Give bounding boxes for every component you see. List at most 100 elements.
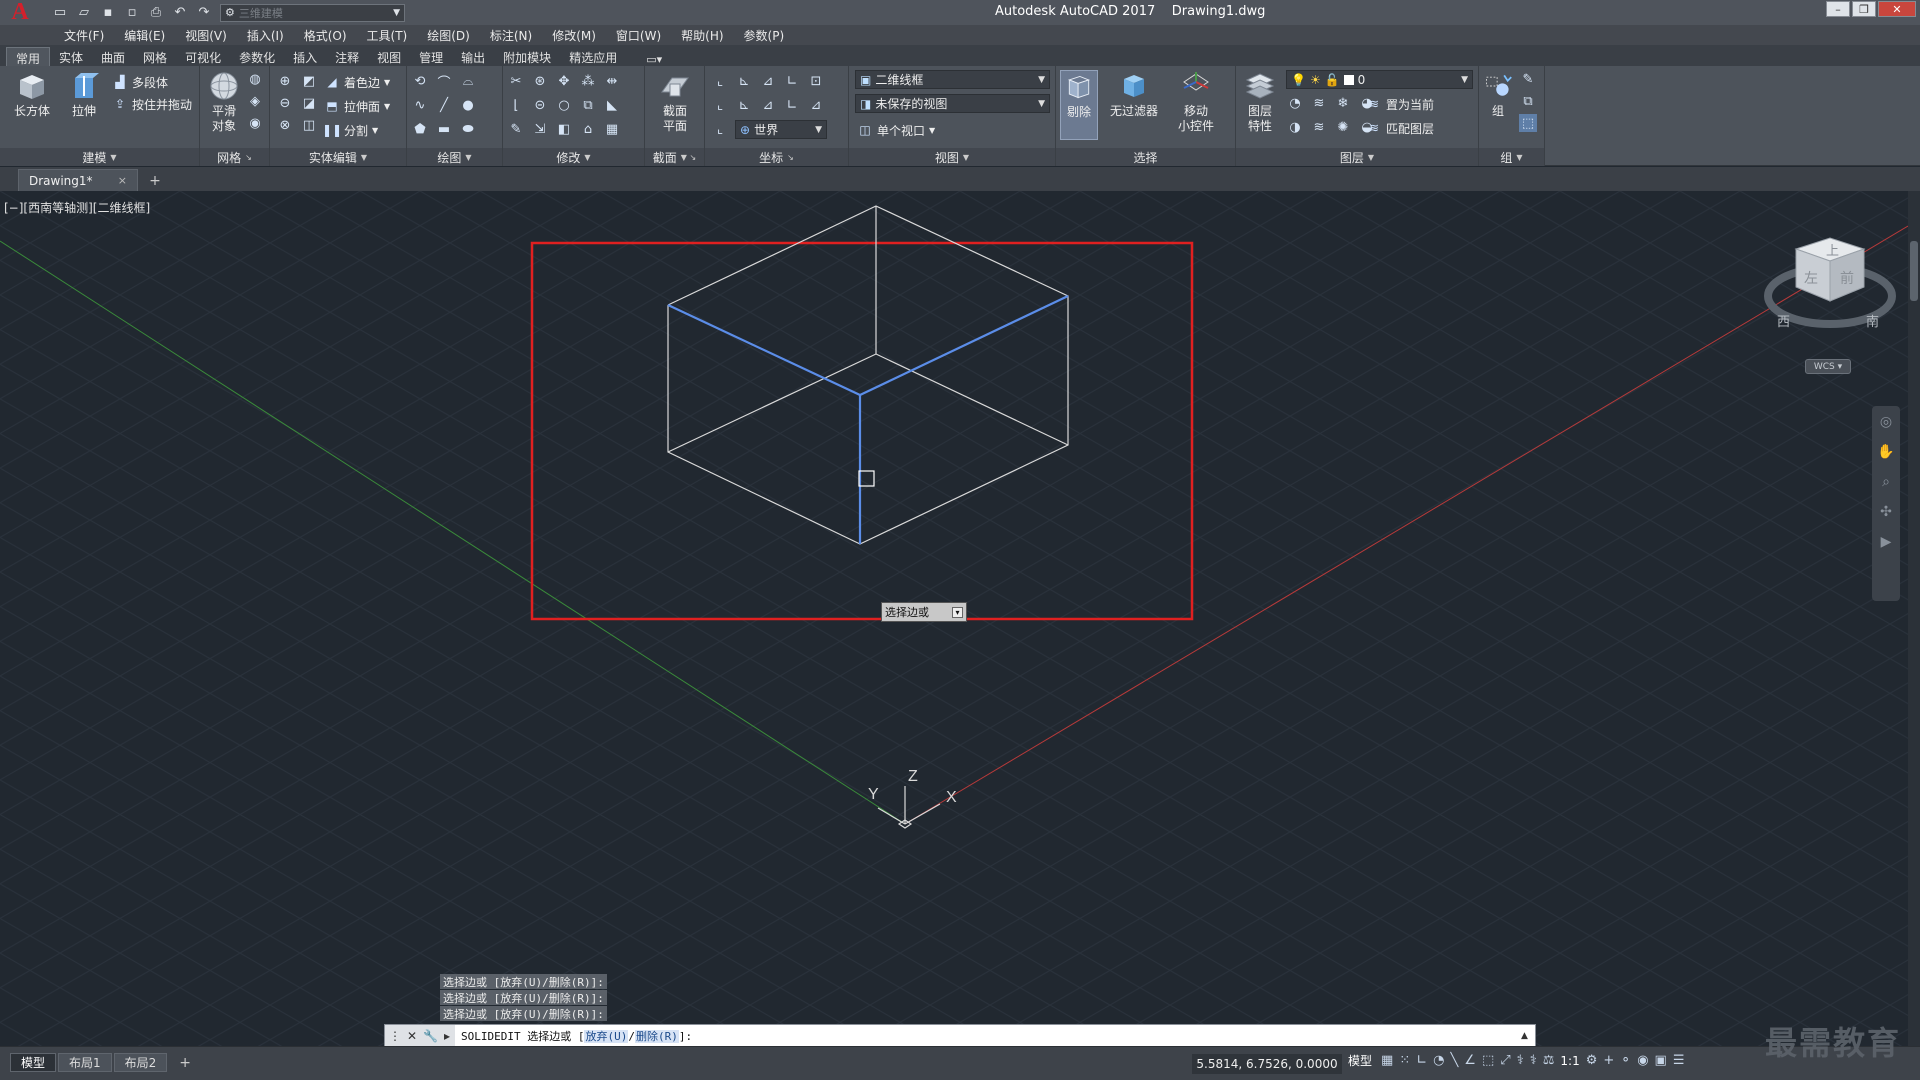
ucs-face-icon[interactable]: ∟ bbox=[783, 96, 801, 114]
menu-help[interactable]: 帮助(H) bbox=[671, 27, 733, 44]
tab-surface[interactable]: 曲面 bbox=[92, 47, 134, 66]
panel-title-coordinates[interactable]: 坐标 ↘ bbox=[705, 148, 848, 166]
ucs-3point-icon[interactable]: ⊿ bbox=[807, 96, 825, 114]
ucs-world-icon[interactable]: ⊾ bbox=[735, 72, 753, 90]
section-plane-button[interactable]: 截面 平面 bbox=[653, 70, 697, 140]
menu-window[interactable]: 窗口(W) bbox=[606, 27, 671, 44]
copy-icon[interactable]: ⧉ bbox=[579, 96, 597, 114]
new-file-icon[interactable]: ▭ bbox=[50, 4, 70, 22]
ucs-view-icon[interactable]: ⊾ bbox=[735, 96, 753, 114]
close-icon[interactable]: ✕ bbox=[407, 1029, 417, 1043]
grid-array-icon[interactable]: ▦ bbox=[603, 120, 621, 138]
isolate-objects-icon[interactable]: ◉ bbox=[1637, 1053, 1648, 1068]
union-icon[interactable]: ⊕ bbox=[276, 72, 294, 90]
close-button[interactable]: ✕ bbox=[1878, 1, 1916, 17]
group-ungroup-icon[interactable]: ⧉ bbox=[1519, 92, 1537, 110]
new-tab-button[interactable]: + bbox=[144, 171, 166, 191]
fillet-icon[interactable]: ⌊ bbox=[507, 96, 525, 114]
match-layer-button[interactable]: ≋ 匹配图层 bbox=[1366, 118, 1434, 138]
trim-icon[interactable]: ✂ bbox=[507, 72, 525, 90]
ucs-x-icon[interactable]: ⊿ bbox=[759, 72, 777, 90]
add-layout-button[interactable]: + bbox=[169, 1053, 201, 1072]
layer-thaw-icon[interactable]: ✺ bbox=[1334, 118, 1352, 136]
tab-drawing1[interactable]: Drawing1* × bbox=[18, 169, 138, 191]
spline-icon[interactable]: ∿ bbox=[411, 96, 429, 114]
polysolid-button[interactable]: ▟ 多段体 bbox=[112, 72, 168, 92]
extrude-button[interactable]: 拉伸 bbox=[62, 70, 106, 140]
cursor-coordinates[interactable]: 5.5814, 6.7526, 0.0000 bbox=[1192, 1054, 1342, 1074]
menu-parametric[interactable]: 参数(P) bbox=[734, 27, 795, 44]
panel-title-selection[interactable]: 选择 bbox=[1056, 148, 1235, 166]
zoom-icon[interactable]: ⌕ bbox=[1882, 474, 1890, 490]
scrollbar-thumb[interactable] bbox=[1910, 241, 1918, 301]
menu-tools[interactable]: 工具(T) bbox=[357, 27, 418, 44]
tab-solid[interactable]: 实体 bbox=[50, 47, 92, 66]
tab-addins[interactable]: 附加模块 bbox=[494, 47, 560, 66]
rotate-3d-icon[interactable]: ⊛ bbox=[531, 72, 549, 90]
polar-icon[interactable]: ◔ bbox=[1433, 1053, 1444, 1068]
align-icon[interactable]: ⊝ bbox=[531, 96, 549, 114]
panel-title-draw[interactable]: 绘图 ▼ bbox=[407, 148, 502, 166]
plus-icon[interactable]: + bbox=[1603, 1053, 1614, 1068]
open-file-icon[interactable]: ▱ bbox=[74, 4, 94, 22]
tab-featured-apps[interactable]: 精选应用 bbox=[560, 47, 626, 66]
extrude-face-button[interactable]: ⬒ 拉伸面 ▼ bbox=[324, 96, 390, 116]
slice-icon[interactable]: ◩ bbox=[300, 72, 318, 90]
tab-view[interactable]: 视图 bbox=[368, 47, 410, 66]
redo-icon[interactable]: ↷ bbox=[194, 4, 214, 22]
tab-manage[interactable]: 管理 bbox=[410, 47, 452, 66]
ucs-origin-icon[interactable]: ⌞ bbox=[711, 96, 729, 114]
move-gizmo-button[interactable]: 移动 小控件 bbox=[1168, 70, 1224, 140]
separate-button[interactable]: ❚❚ 分割 ▼ bbox=[322, 120, 378, 140]
annotation-scale-icon[interactable]: ⚖ bbox=[1543, 1053, 1555, 1068]
stretch-icon[interactable]: ⇲ bbox=[531, 120, 549, 138]
option-remove[interactable]: 删除(R) bbox=[634, 1029, 679, 1043]
rectangle-icon[interactable]: ▬ bbox=[435, 120, 453, 138]
ribbon-minimize-icon[interactable]: ▭▾ bbox=[646, 51, 662, 66]
wrench-icon[interactable]: 🔧 bbox=[423, 1029, 438, 1043]
intersect-icon[interactable]: ⊗ bbox=[276, 116, 294, 134]
menu-insert[interactable]: 插入(I) bbox=[237, 27, 294, 44]
layout-tab-model[interactable]: 模型 bbox=[10, 1053, 57, 1072]
box-button[interactable]: 长方体 bbox=[10, 70, 54, 140]
circle-icon[interactable]: ● bbox=[459, 96, 477, 114]
command-prompt[interactable]: SOLIDEDIT 选择边或 [放弃(U)/删除(R)]: bbox=[455, 1028, 1521, 1044]
annotation-scale-value[interactable]: 1:1 bbox=[1560, 1054, 1579, 1068]
snap-icon[interactable]: ⁙ bbox=[1399, 1053, 1410, 1068]
undo-icon[interactable]: ↶ bbox=[170, 4, 190, 22]
group-edit-icon[interactable]: ✎ bbox=[1519, 70, 1537, 88]
layer-off-icon[interactable]: ◔ bbox=[1286, 94, 1304, 112]
tab-output[interactable]: 输出 bbox=[452, 47, 494, 66]
ucs-icon[interactable]: ⌞ bbox=[711, 72, 729, 90]
visual-style-dropdown[interactable]: ▣ 二维线框 ▼ bbox=[855, 70, 1050, 89]
line-icon[interactable]: ╱ bbox=[435, 96, 453, 114]
arc-icon[interactable]: ⌓ bbox=[459, 72, 477, 90]
layer-unisolate-icon[interactable]: ≋ bbox=[1310, 118, 1328, 136]
erase-icon[interactable]: ✎ bbox=[507, 120, 525, 138]
ucs-object-icon[interactable]: ⊿ bbox=[759, 96, 777, 114]
ucs-dropdown[interactable]: ⊕ 世界 ▼ bbox=[735, 120, 827, 139]
menu-edit[interactable]: 编辑(E) bbox=[114, 27, 175, 44]
panel-title-mesh[interactable]: 网格 ↘ bbox=[200, 148, 269, 166]
steering-wheel-icon[interactable]: ◎ bbox=[1880, 414, 1892, 430]
panel-title-groups[interactable]: 组 ▼ bbox=[1479, 148, 1544, 166]
viewport-controls-label[interactable]: [−][西南等轴测][二维线框] bbox=[4, 199, 150, 216]
layout-tab-layout1[interactable]: 布局1 bbox=[58, 1053, 112, 1072]
command-history-toggle-icon[interactable]: ▲ bbox=[1521, 1031, 1535, 1041]
layer-isolate-icon[interactable]: ≋ bbox=[1310, 94, 1328, 112]
taper-icon[interactable]: ◪ bbox=[300, 94, 318, 112]
layer-on-icon[interactable]: ◑ bbox=[1286, 118, 1304, 136]
group-select-icon[interactable]: ⬚ bbox=[1519, 114, 1537, 132]
scale-icon[interactable]: ◧ bbox=[555, 120, 573, 138]
mesh-crease-icon[interactable]: ◈ bbox=[246, 92, 264, 110]
panel-title-modify[interactable]: 修改 ▼ bbox=[503, 148, 644, 166]
set-current-button[interactable]: ≋ 置为当前 bbox=[1366, 94, 1434, 114]
units-icon[interactable]: ⚬ bbox=[1620, 1053, 1631, 1068]
menu-modify[interactable]: 修改(M) bbox=[542, 27, 606, 44]
ucs-y-icon[interactable]: ∟ bbox=[783, 72, 801, 90]
color-edges-button[interactable]: ◢ 着色边 ▼ bbox=[324, 72, 390, 92]
save-icon[interactable]: ▪ bbox=[98, 4, 118, 22]
menu-file[interactable]: 文件(F) bbox=[54, 27, 114, 44]
tab-insert[interactable]: 插入 bbox=[284, 47, 326, 66]
lasso-icon[interactable]: ⌒ bbox=[435, 72, 453, 91]
